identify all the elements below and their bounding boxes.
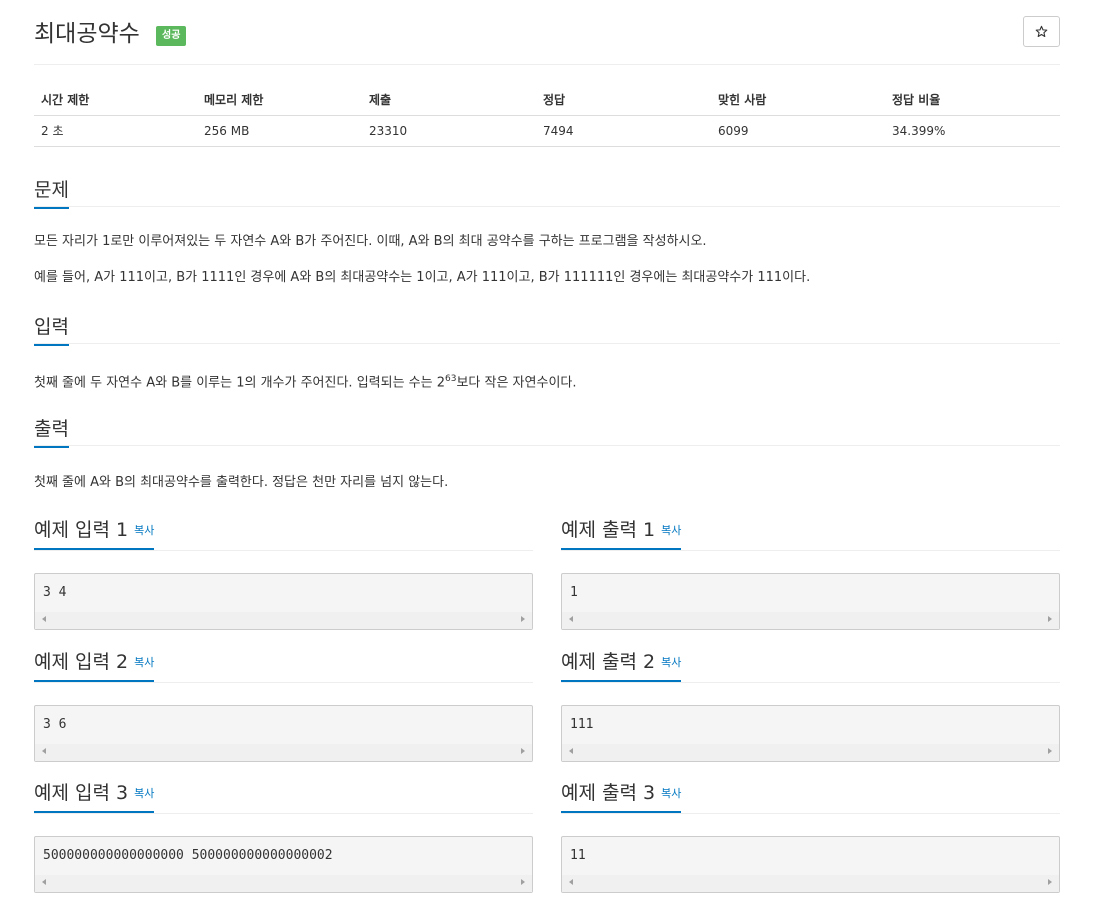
sample-title-text: 예제 입력 1: [34, 519, 129, 541]
sample-code: 111: [570, 717, 594, 732]
sample-header: 예제 출력 3 복사: [561, 779, 1060, 814]
scroll-left-icon[interactable]: [42, 748, 46, 754]
output-section: 출력 첫째 줄에 A와 B의 최대공약수를 출력한다. 정답은 천만 자리를 넘…: [34, 416, 1060, 493]
sample-title-text: 예제 출력 2: [561, 651, 656, 673]
sample-title: 예제 출력 3 복사: [561, 779, 682, 813]
scroll-left-icon[interactable]: [569, 879, 573, 885]
horizontal-scrollbar[interactable]: [35, 612, 532, 629]
favorite-button[interactable]: [1023, 16, 1060, 47]
section-header: 출력: [34, 416, 1060, 448]
sample-code: 500000000000000000 500000000000000002: [43, 848, 333, 863]
input-section: 입력 첫째 줄에 두 자연수 A와 B를 이루는 1의 개수가 주어진다. 입력…: [34, 314, 1060, 393]
scroll-left-icon[interactable]: [569, 616, 573, 622]
input-text: 첫째 줄에 두 자연수 A와 B를 이루는 1의 개수가 주어진다. 입력되는 …: [34, 369, 1060, 393]
sample-input-2: 예제 입력 2 복사 3 6: [34, 648, 533, 762]
section-title-problem: 문제: [34, 177, 69, 209]
sample-title-text: 예제 입력 2: [34, 651, 129, 673]
info-header-row: 시간 제한 메모리 제한 제출 정답 맞힌 사람 정답 비율: [34, 84, 1060, 116]
info-memory-limit: 256 MB: [197, 115, 362, 147]
sample-output-2: 예제 출력 2 복사 111: [561, 648, 1060, 762]
sample-code: 1: [570, 585, 578, 600]
sample-input-1: 예제 입력 1 복사 3 4: [34, 516, 533, 630]
copy-button[interactable]: 복사: [134, 656, 154, 669]
horizontal-scrollbar[interactable]: [562, 744, 1059, 761]
sample-header: 예제 출력 2 복사: [561, 648, 1060, 683]
scroll-left-icon[interactable]: [42, 879, 46, 885]
copy-button[interactable]: 복사: [134, 524, 154, 537]
sample-code-box[interactable]: 3 4: [34, 573, 533, 630]
horizontal-scrollbar[interactable]: [562, 875, 1059, 892]
problem-title: 최대공약수: [34, 21, 140, 47]
star-icon: [1035, 25, 1048, 38]
problem-header: 최대공약수 성공: [34, 0, 1060, 65]
problem-text-2: 예를 들어, A가 111이고, B가 1111인 경우에 A와 B의 최대공약…: [34, 270, 811, 285]
sample-title: 예제 출력 2 복사: [561, 648, 682, 682]
problem-description-section: 문제 모든 자리가 1로만 이루어져있는 두 자연수 A와 B가 주어진다. 이…: [34, 177, 1060, 288]
section-header: 문제: [34, 177, 1060, 209]
sample-code-box[interactable]: 111: [561, 705, 1060, 762]
sample-code-box[interactable]: 3 6: [34, 705, 533, 762]
horizontal-scrollbar[interactable]: [562, 612, 1059, 629]
problem-text-1: 모든 자리가 1로만 이루어져있는 두 자연수 A와 B가 주어진다. 이때, …: [34, 234, 707, 249]
sample-header: 예제 입력 1 복사: [34, 516, 533, 551]
sample-title: 예제 출력 1 복사: [561, 516, 682, 550]
input-text-part-1: 첫째 줄에 두 자연수 A와 B를 이루는 1의 개수가 주어진다. 입력되는 …: [34, 375, 445, 391]
sample-input-3: 예제 입력 3 복사 500000000000000000 50000000000…: [34, 779, 533, 893]
info-header-accepted: 정답: [536, 84, 711, 116]
sample-title: 예제 입력 2 복사: [34, 648, 155, 682]
input-text-part-2: 보다 작은 자연수이다.: [456, 375, 577, 391]
info-accept-ratio: 34.399%: [885, 115, 1060, 147]
scroll-right-icon[interactable]: [1048, 879, 1052, 885]
status-badge: 성공: [156, 26, 187, 46]
output-text: 첫째 줄에 A와 B의 최대공약수를 출력한다. 정답은 천만 자리를 넘지 않…: [34, 475, 449, 490]
copy-button[interactable]: 복사: [661, 787, 681, 800]
sample-code-box[interactable]: 500000000000000000 500000000000000002: [34, 836, 533, 893]
sample-code: 3 4: [43, 585, 67, 600]
scroll-right-icon[interactable]: [521, 748, 525, 754]
sample-title: 예제 입력 1 복사: [34, 516, 155, 550]
copy-button[interactable]: 복사: [661, 524, 681, 537]
sample-output-1: 예제 출력 1 복사 1: [561, 516, 1060, 630]
info-header-submissions: 제출: [362, 84, 536, 116]
sample-header: 예제 출력 1 복사: [561, 516, 1060, 551]
sample-output-3: 예제 출력 3 복사 11: [561, 779, 1060, 893]
horizontal-scrollbar[interactable]: [35, 875, 532, 892]
sample-code: 3 6: [43, 717, 67, 732]
sample-code-box[interactable]: 1: [561, 573, 1060, 630]
info-header-memory-limit: 메모리 제한: [197, 84, 362, 116]
section-header: 입력: [34, 314, 1060, 346]
sample-title-text: 예제 입력 3: [34, 782, 129, 804]
input-text-exponent: 63: [445, 374, 457, 384]
sample-code-box[interactable]: 11: [561, 836, 1060, 893]
info-value-row: 2 초 256 MB 23310 7494 6099 34.399%: [34, 115, 1060, 147]
sample-header: 예제 입력 2 복사: [34, 648, 533, 683]
scroll-left-icon[interactable]: [569, 748, 573, 754]
horizontal-scrollbar[interactable]: [35, 744, 532, 761]
info-time-limit: 2 초: [34, 115, 197, 147]
sample-header: 예제 입력 3 복사: [34, 779, 533, 814]
copy-button[interactable]: 복사: [134, 787, 154, 800]
scroll-right-icon[interactable]: [1048, 616, 1052, 622]
section-title-output: 출력: [34, 416, 69, 448]
section-title-input: 입력: [34, 314, 69, 346]
info-submissions: 23310: [362, 115, 536, 147]
copy-button[interactable]: 복사: [661, 656, 681, 669]
scroll-right-icon[interactable]: [1048, 748, 1052, 754]
info-accepted: 7494: [536, 115, 711, 147]
scroll-right-icon[interactable]: [521, 616, 525, 622]
scroll-left-icon[interactable]: [42, 616, 46, 622]
info-header-accept-ratio: 정답 비율: [885, 84, 1060, 116]
sample-title: 예제 입력 3 복사: [34, 779, 155, 813]
info-header-time-limit: 시간 제한: [34, 84, 197, 116]
sample-title-text: 예제 출력 1: [561, 519, 656, 541]
scroll-right-icon[interactable]: [521, 879, 525, 885]
sample-code: 11: [570, 848, 586, 863]
problem-info-table: 시간 제한 메모리 제한 제출 정답 맞힌 사람 정답 비율 2 초 256 M…: [34, 84, 1060, 147]
info-header-solved-users: 맞힌 사람: [711, 84, 885, 116]
info-solved-users: 6099: [711, 115, 885, 147]
sample-title-text: 예제 출력 3: [561, 782, 656, 804]
